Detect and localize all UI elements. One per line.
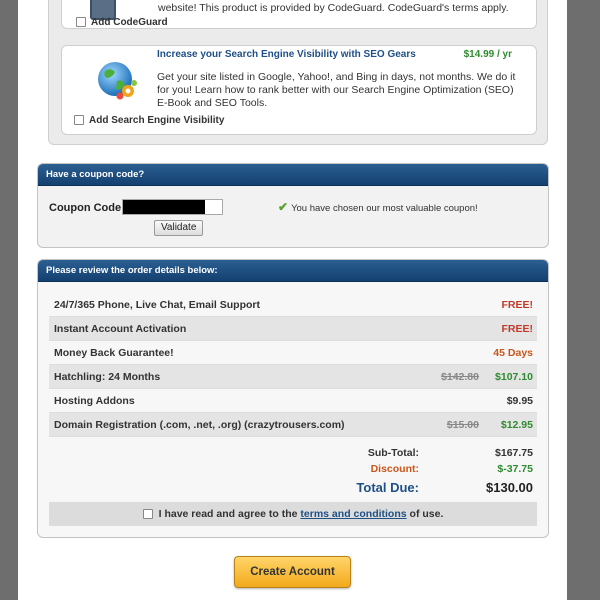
seo-checkbox-label: Add Search Engine Visibility [89,115,225,126]
row-value: FREE! [501,299,534,311]
row-value: $9.95 [506,395,533,407]
total-due-label: Total Due: [356,480,419,495]
row-label: Hatchling: 24 Months [54,371,161,383]
table-row: Instant Account Activation FREE! [49,317,537,341]
codeguard-card: website! This product is provided by Cod… [61,0,537,29]
add-codeguard-option[interactable]: Add CodeGuard [76,17,168,28]
codeguard-checkbox-label: Add CodeGuard [91,17,168,28]
order-panel-header: Please review the order details below: [38,260,548,282]
row-label: 24/7/365 Phone, Live Chat, Email Support [54,299,260,311]
row-label: Money Back Guarantee! [54,347,174,359]
seo-title: Increase your Search Engine Visibility w… [157,49,416,60]
row-label: Instant Account Activation [54,323,187,335]
terms-agreement: I have read and agree to the terms and c… [49,502,537,526]
checkmark-icon: ✔ [278,200,289,214]
seo-price: $14.99 / yr [463,49,512,60]
discount-value: $-37.75 [497,463,533,475]
terms-suffix: of use. [409,508,444,520]
table-row: Money Back Guarantee! 45 Days [49,341,537,365]
row-value: FREE! [501,323,534,335]
row-value: $12.95 [500,419,533,431]
subtotal-value: $167.75 [495,447,533,459]
globe-icon [95,59,139,103]
create-account-button[interactable]: Create Account [234,556,351,588]
coupon-panel-header: Have a coupon code? [38,164,548,186]
row-label: Hosting Addons [54,395,135,407]
terms-prefix: I have read and agree to the [158,508,298,520]
order-totals: Sub-Total: $167.75 Discount: $-37.75 Tot… [49,441,537,508]
table-row: Hatchling: 24 Months $142.80 $107.10 [49,365,537,389]
coupon-code-input[interactable] [122,199,223,215]
checkout-page: website! This product is provided by Cod… [18,0,567,600]
table-row: Domain Registration (.com, .net, .org) (… [49,413,537,437]
row-value: 45 Days [493,347,533,359]
codeguard-description: website! This product is provided by Cod… [158,2,509,14]
coupon-message-text: You have chosen our most valuable coupon… [291,203,478,214]
order-review-panel: Please review the order details below: 2… [37,259,549,538]
terms-checkbox[interactable] [142,509,153,520]
coupon-message: ✔ You have chosen our most valuable coupo… [278,200,478,214]
seo-description: Get your site listed in Google, Yahoo!, … [157,71,516,109]
table-row: 24/7/365 Phone, Live Chat, Email Support… [49,293,537,317]
validate-button[interactable]: Validate [154,220,204,236]
codeguard-checkbox[interactable] [76,17,86,28]
terms-link[interactable]: terms and conditions [300,508,406,520]
addons-panel: website! This product is provided by Cod… [48,0,548,145]
seo-checkbox[interactable] [74,115,84,126]
seo-card: Increase your Search Engine Visibility w… [61,45,537,135]
coupon-code-label: Coupon Code [49,202,122,214]
total-due-value: $130.00 [486,480,533,495]
discount-label: Discount: [370,463,419,475]
coupon-panel: Have a coupon code? Coupon Code Validate… [37,163,549,248]
row-value: $107.10 [495,371,533,383]
order-table: 24/7/365 Phone, Live Chat, Email Support… [49,293,537,437]
coupon-redaction [123,200,205,214]
subtotal-label: Sub-Total: [367,447,419,459]
add-seo-option[interactable]: Add Search Engine Visibility [74,115,224,126]
row-old-price: $142.80 [441,371,479,383]
row-label: Domain Registration (.com, .net, .org) (… [54,419,345,431]
row-old-price: $15.00 [446,419,479,431]
table-row: Hosting Addons $9.95 [49,389,537,413]
